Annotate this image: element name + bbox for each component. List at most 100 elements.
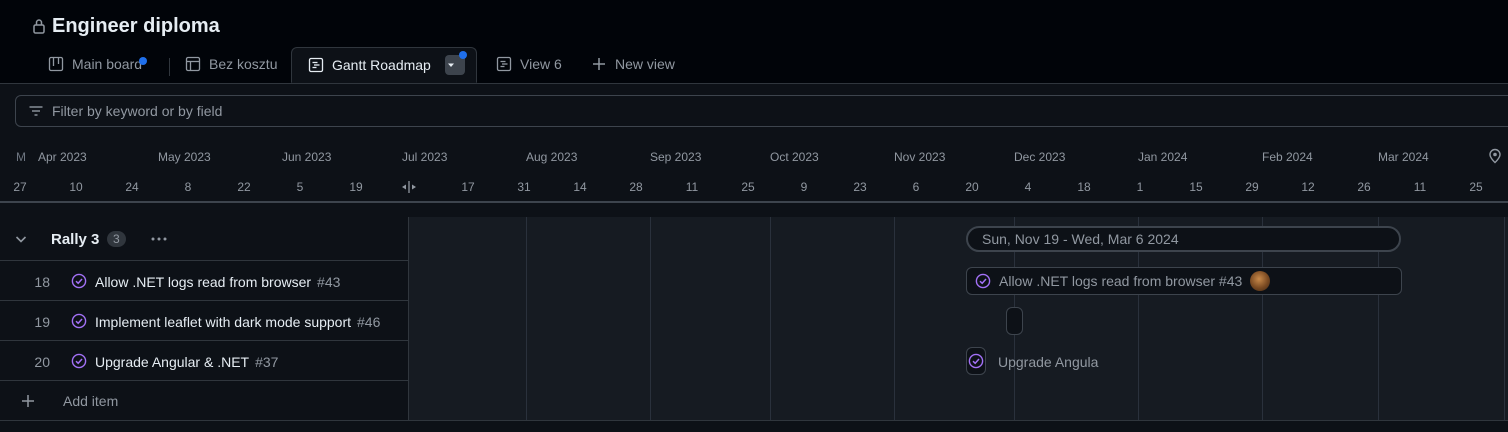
add-item-label: Add item <box>63 393 119 409</box>
row-number: 18 <box>34 274 50 290</box>
roadmap-icon <box>496 56 512 72</box>
day-label: 11 <box>1413 180 1427 194</box>
month-label: Sep 2023 <box>650 150 702 164</box>
filter-input[interactable]: Filter by keyword or by field <box>52 103 222 119</box>
unsaved-dot <box>458 51 467 59</box>
month-label: Dec 2023 <box>1014 150 1066 164</box>
day-label: 5 <box>296 180 304 194</box>
tab-label: Main board <box>72 56 143 72</box>
row-number: 20 <box>34 354 50 370</box>
month-label: Aug 2023 <box>526 150 578 164</box>
day-label: 25 <box>741 180 755 194</box>
tab-view-6[interactable]: View 6 <box>496 46 562 82</box>
roadmap-icon <box>308 57 324 73</box>
unsaved-dot <box>139 57 147 65</box>
item-title-link[interactable]: Upgrade Angular & .NET #37 <box>95 354 278 370</box>
table-row[interactable]: 20 Upgrade Angular & .NET #37 <box>0 341 408 380</box>
triangle-down-icon <box>447 63 454 67</box>
gantt-bar[interactable]: Allow .NET logs read from browser #43 <box>966 267 1402 295</box>
item-title: Allow .NET logs read from browser <box>95 274 312 290</box>
day-label: 17 <box>461 180 475 194</box>
issue-open-icon <box>975 273 991 289</box>
day-label: 9 <box>800 180 808 194</box>
row-number: 19 <box>34 314 50 330</box>
date-range-label: Sun, Nov 19 - Wed, Mar 6 2024 <box>982 231 1179 247</box>
month-label: Feb 2024 <box>1262 150 1313 164</box>
project-title: Engineer diploma <box>52 14 220 37</box>
more-options-icon[interactable] <box>150 231 168 247</box>
day-label: 25 <box>1469 180 1483 194</box>
day-label: 4 <box>1024 180 1032 194</box>
day-label: 15 <box>1189 180 1203 194</box>
month-label: Jun 2023 <box>282 150 332 164</box>
location-pin-icon[interactable] <box>1487 148 1503 164</box>
tab-divider <box>169 58 170 76</box>
gantt-bar[interactable] <box>966 347 986 375</box>
table-row[interactable]: 18 Allow .NET logs read from browser #43 <box>0 261 408 300</box>
day-label: 6 <box>912 180 920 194</box>
tab-gantt-roadmap[interactable]: Gantt Roadmap <box>291 47 477 83</box>
item-number: #46 <box>357 314 381 330</box>
tab-label: Gantt Roadmap <box>332 57 431 73</box>
add-item-button[interactable]: Add item <box>0 381 408 420</box>
new-view-button[interactable]: New view <box>591 46 675 82</box>
item-title-link[interactable]: Implement leaflet with dark mode support… <box>95 314 380 330</box>
resize-handle-icon[interactable] <box>401 180 417 194</box>
view-tabs: Main board Bez kosztu Gantt Roadmap View… <box>0 46 1508 84</box>
gantt-bar-label: Upgrade Angula <box>998 354 1099 370</box>
month-label: Mar 2024 <box>1378 150 1429 164</box>
month-label: Jul 2023 <box>402 150 448 164</box>
header-divider <box>0 201 1508 203</box>
group-header[interactable]: Rally 3 3 <box>0 218 408 260</box>
filter-bar[interactable]: Filter by keyword or by field <box>15 95 1508 127</box>
month-gridline <box>526 217 527 421</box>
project-header: Engineer diploma <box>32 12 220 40</box>
gantt-bar[interactable] <box>1006 307 1023 335</box>
day-label: 8 <box>184 180 192 194</box>
item-number: #37 <box>255 354 279 370</box>
day-label: 23 <box>853 180 867 194</box>
group-title: Rally 3 <box>51 231 100 248</box>
item-title: Upgrade Angular & .NET <box>95 354 250 370</box>
day-label: 31 <box>517 180 531 194</box>
month-gridline <box>1504 217 1505 421</box>
day-label: 1 <box>1136 180 1144 194</box>
day-label: 12 <box>1301 180 1315 194</box>
month-label: Apr 2023 <box>38 150 87 164</box>
issue-open-icon <box>71 313 87 329</box>
month-label: Oct 2023 <box>770 150 819 164</box>
day-label: 20 <box>965 180 979 194</box>
lock-icon <box>33 19 45 34</box>
tab-label: New view <box>615 56 675 72</box>
view-options-button[interactable] <box>444 51 467 75</box>
day-label: 22 <box>237 180 251 194</box>
day-label: 14 <box>573 180 587 194</box>
panel-bottom-border <box>0 420 1508 421</box>
month-label: May 2023 <box>158 150 211 164</box>
tab-main-board[interactable]: Main board <box>48 46 147 82</box>
plus-icon <box>22 395 34 407</box>
group-date-range-pill[interactable]: Sun, Nov 19 - Wed, Mar 6 2024 <box>966 226 1401 252</box>
month-gridline <box>650 217 651 421</box>
day-label: 18 <box>1077 180 1091 194</box>
plus-icon <box>593 58 605 70</box>
day-label: 27 <box>13 180 27 194</box>
day-label: 10 <box>69 180 83 194</box>
issue-open-icon <box>71 273 87 289</box>
month-gridline <box>894 217 895 421</box>
table-icon <box>185 56 201 72</box>
avatar <box>1250 271 1271 291</box>
day-label: 29 <box>1245 180 1259 194</box>
tab-label: View 6 <box>520 56 562 72</box>
tab-bez-kosztu[interactable]: Bez kosztu <box>185 46 277 82</box>
month-label: Nov 2023 <box>894 150 946 164</box>
issue-open-icon <box>71 353 87 369</box>
day-label: 28 <box>629 180 643 194</box>
item-title-link[interactable]: Allow .NET logs read from browser #43 <box>95 274 340 290</box>
item-number: #43 <box>317 274 341 290</box>
chevron-down-icon[interactable] <box>14 232 28 246</box>
day-label: 19 <box>349 180 363 194</box>
item-title: Implement leaflet with dark mode support <box>95 314 352 330</box>
filter-icon <box>29 106 43 116</box>
table-row[interactable]: 19 Implement leaflet with dark mode supp… <box>0 301 408 340</box>
